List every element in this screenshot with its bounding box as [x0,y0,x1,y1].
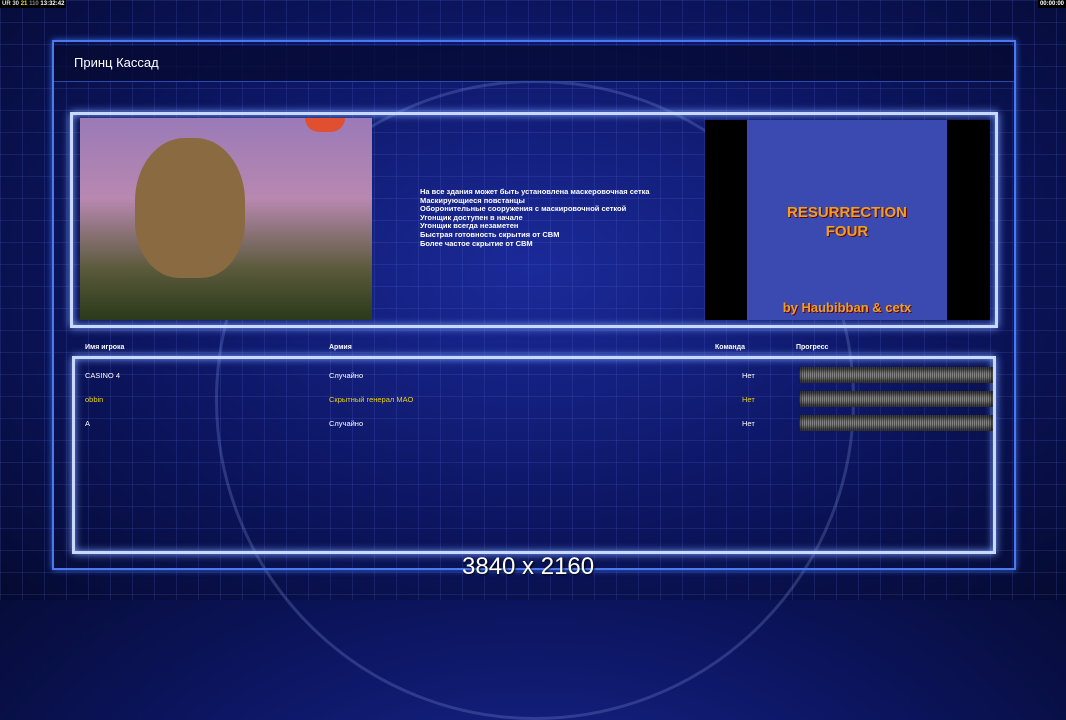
page-title: Принц Кассад [74,55,159,70]
progress-bar [799,367,993,383]
player-table: CASINO 4 Случайно Нет obbin Скрытный ген… [72,356,996,554]
progress-bar [799,415,993,431]
map-preview: RESURRECTION FOUR by Haubibban & cetx [705,120,990,320]
feature-list: На все здания может быть установлена мас… [420,187,650,248]
header-team: Команда [715,344,745,351]
header-progress: Прогресс [796,344,829,351]
title-bar [54,46,1014,82]
header-army: Армия [329,344,352,351]
general-portrait [80,118,372,320]
resolution-label: 3840 x 2160 [462,553,595,580]
hud-status: UR 30 21 110 13:32:42 [0,0,67,8]
progress-bar [799,391,993,407]
header-player: Имя игрока [85,344,125,351]
clock: 13:32:42 [40,1,65,7]
hud-timer: 00:00:00 [1037,0,1066,8]
